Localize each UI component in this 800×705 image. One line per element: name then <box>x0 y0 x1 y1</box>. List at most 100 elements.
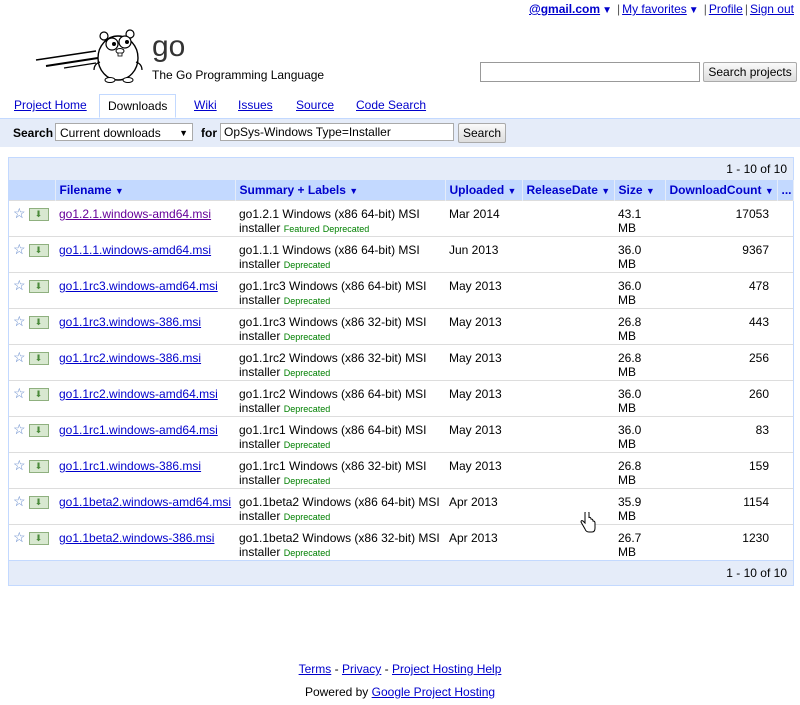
table-row[interactable]: ☆ ⬇ go1.1.1.windows-amd64.msi go1.1.1 Windo… <box>9 236 793 273</box>
project-hosting-help-link[interactable]: Project Hosting Help <box>392 662 501 676</box>
gopher-logo-icon[interactable] <box>34 22 148 84</box>
filename-link[interactable]: go1.1.1.windows-amd64.msi <box>59 243 211 257</box>
table-row[interactable]: ☆ ⬇ go1.1rc2.windows-amd64.msi go1.1rc2 Win… <box>9 380 793 417</box>
header-downloadcount-label[interactable]: DownloadCount <box>670 183 762 197</box>
label-badge[interactable]: Deprecated <box>284 368 331 378</box>
size-cell: 26.8 MB <box>614 308 665 345</box>
star-icon[interactable]: ☆ <box>13 205 26 221</box>
table-row[interactable]: ☆ ⬇ go1.1beta2.windows-amd64.msi go1.1beta2… <box>9 488 793 525</box>
label-badge[interactable]: Deprecated <box>284 440 331 450</box>
label-badge[interactable]: Featured <box>284 224 320 234</box>
header-summary[interactable]: Summary + Labels ▼ <box>235 180 446 201</box>
tab-project-home[interactable]: Project Home <box>14 98 87 112</box>
table-row[interactable]: ☆ ⬇ go1.1beta2.windows-386.msi go1.1beta2 W… <box>9 524 793 560</box>
sign-out-link[interactable]: Sign out <box>750 2 794 16</box>
label-badge[interactable]: Deprecated <box>284 512 331 522</box>
download-icon[interactable]: ⬇ <box>28 532 49 546</box>
account-email-link[interactable]: @gmail.com <box>529 2 600 16</box>
download-icon[interactable]: ⬇ <box>28 496 49 510</box>
filename-link[interactable]: go1.1rc2.windows-386.msi <box>59 351 201 365</box>
download-icon[interactable]: ⬇ <box>28 280 49 294</box>
star-icon[interactable]: ☆ <box>13 421 26 437</box>
download-icon[interactable]: ⬇ <box>28 388 49 402</box>
download-icon[interactable]: ⬇ <box>28 244 49 258</box>
search-query-input[interactable] <box>220 123 454 141</box>
account-dropdown-icon[interactable]: ▼ <box>602 5 612 16</box>
tab-source[interactable]: Source <box>296 98 334 112</box>
star-icon[interactable]: ☆ <box>13 349 26 365</box>
table-row[interactable]: ☆ ⬇ go1.1rc3.windows-amd64.msi go1.1rc3 Win… <box>9 272 793 309</box>
download-icon[interactable]: ⬇ <box>28 316 49 330</box>
releasedate-cell <box>522 308 614 345</box>
table-row[interactable]: ☆ ⬇ go1.1rc1.windows-386.msi go1.1rc1 Windo… <box>9 452 793 489</box>
sort-arrow-icon[interactable]: ▼ <box>508 186 517 196</box>
table-row[interactable]: ☆ ⬇ go1.1rc2.windows-386.msi go1.1rc2 Windo… <box>9 344 793 381</box>
star-icon[interactable]: ☆ <box>13 313 26 329</box>
tab-issues[interactable]: Issues <box>238 98 273 112</box>
header-more-columns[interactable]: ... <box>777 180 794 201</box>
filename-link[interactable]: go1.2.1.windows-amd64.msi <box>59 207 211 221</box>
header-uploaded-label[interactable]: Uploaded <box>450 183 505 197</box>
header-releasedate-label[interactable]: ReleaseDate <box>527 183 598 197</box>
star-icon[interactable]: ☆ <box>13 241 26 257</box>
filename-link[interactable]: go1.1beta2.windows-386.msi <box>59 531 214 545</box>
search-scope-select[interactable]: Current downloads ▼ <box>55 123 193 141</box>
filename-link[interactable]: go1.1rc1.windows-386.msi <box>59 459 201 473</box>
sort-arrow-icon[interactable]: ▼ <box>349 186 358 196</box>
privacy-link[interactable]: Privacy <box>342 662 381 676</box>
sort-arrow-icon[interactable]: ▼ <box>115 186 124 196</box>
downloads-table: Filename ▼ Summary + Labels ▼ Uploaded ▼… <box>9 180 794 560</box>
search-projects-button[interactable]: Search projects <box>703 62 797 82</box>
terms-link[interactable]: Terms <box>299 662 332 676</box>
project-search-input[interactable] <box>480 62 700 82</box>
download-icon[interactable]: ⬇ <box>28 208 49 222</box>
star-icon[interactable]: ☆ <box>13 529 26 545</box>
sort-arrow-icon[interactable]: ▼ <box>601 186 610 196</box>
extra-cell <box>777 524 793 560</box>
header-size[interactable]: Size ▼ <box>614 180 666 201</box>
search-button[interactable]: Search <box>458 123 507 143</box>
sort-arrow-icon[interactable]: ▼ <box>646 186 655 196</box>
header-releasedate[interactable]: ReleaseDate ▼ <box>522 180 615 201</box>
tab-downloads[interactable]: Downloads <box>99 94 177 118</box>
header-filename[interactable]: Filename ▼ <box>55 180 236 201</box>
table-row[interactable]: ☆ ⬇ go1.1rc3.windows-386.msi go1.1rc3 Windo… <box>9 308 793 345</box>
filename-link[interactable]: go1.1rc3.windows-amd64.msi <box>59 279 218 293</box>
search-scope-value: Current downloads <box>60 126 161 140</box>
label-badge[interactable]: Deprecated <box>284 404 331 414</box>
star-icon[interactable]: ☆ <box>13 277 26 293</box>
label-badge[interactable]: Deprecated <box>284 548 331 558</box>
label-badge[interactable]: Deprecated <box>284 260 331 270</box>
sort-arrow-icon[interactable]: ▼ <box>765 186 774 196</box>
label-badge[interactable]: Deprecated <box>284 296 331 306</box>
project-name[interactable]: go <box>152 32 185 62</box>
label-badge[interactable]: Deprecated <box>284 332 331 342</box>
favorites-dropdown-icon[interactable]: ▼ <box>689 5 699 16</box>
summary-cell: go1.1beta2 Windows (x86 32-bit) MSI insta… <box>235 524 445 560</box>
filename-link[interactable]: go1.1beta2.windows-amd64.msi <box>59 495 231 509</box>
filename-link[interactable]: go1.1rc1.windows-amd64.msi <box>59 423 218 437</box>
header-filename-label[interactable]: Filename <box>60 183 112 197</box>
header-downloadcount[interactable]: DownloadCount ▼ <box>665 180 778 201</box>
star-icon[interactable]: ☆ <box>13 493 26 509</box>
table-row[interactable]: ☆ ⬇ go1.1rc1.windows-amd64.msi go1.1rc1 Win… <box>9 416 793 453</box>
label-badge[interactable]: Deprecated <box>323 224 370 234</box>
tab-code-search[interactable]: Code Search <box>356 98 426 112</box>
star-icon[interactable]: ☆ <box>13 457 26 473</box>
table-row[interactable]: ☆ ⬇ go1.2.1.windows-amd64.msi go1.2.1 Windo… <box>9 200 793 237</box>
header-size-label[interactable]: Size <box>619 183 643 197</box>
profile-link[interactable]: Profile <box>709 2 743 16</box>
filename-link[interactable]: go1.1rc2.windows-amd64.msi <box>59 387 218 401</box>
google-project-hosting-link[interactable]: Google Project Hosting <box>372 685 495 699</box>
my-favorites-link[interactable]: My favorites <box>622 2 687 16</box>
download-icon[interactable]: ⬇ <box>28 424 49 438</box>
header-uploaded[interactable]: Uploaded ▼ <box>445 180 523 201</box>
more-columns-link[interactable]: ... <box>782 183 792 197</box>
header-summary-label[interactable]: Summary + Labels <box>240 183 346 197</box>
filename-link[interactable]: go1.1rc3.windows-386.msi <box>59 315 201 329</box>
tab-wiki[interactable]: Wiki <box>194 98 217 112</box>
download-icon[interactable]: ⬇ <box>28 352 49 366</box>
download-icon[interactable]: ⬇ <box>28 460 49 474</box>
star-icon[interactable]: ☆ <box>13 385 26 401</box>
label-badge[interactable]: Deprecated <box>284 476 331 486</box>
